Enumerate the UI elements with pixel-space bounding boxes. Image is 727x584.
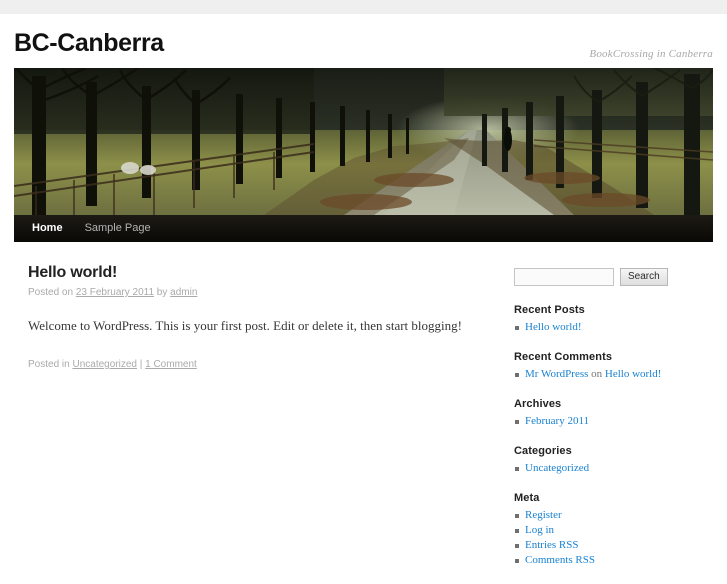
page-wrapper: BC-Canberra BookCrossing in Canberra Hom… xyxy=(0,14,727,584)
meta-link-register[interactable]: Register xyxy=(525,509,562,521)
widget-recent-posts: Recent Posts Hello world! xyxy=(514,304,699,335)
sidebar: Search Recent Posts Hello world! Recent … xyxy=(514,264,699,584)
posted-in-label: Posted in xyxy=(28,359,73,370)
widget-recent-comments: Recent Comments Mr WordPress on Hello wo… xyxy=(514,351,699,382)
footer-separator: | xyxy=(136,359,146,370)
meta-link-login[interactable]: Log in xyxy=(525,524,554,536)
primary-navigation: Home Sample Page xyxy=(14,215,713,242)
search-form: Search xyxy=(514,268,699,286)
post-category-link[interactable]: Uncategorized xyxy=(72,359,136,370)
widget-title-categories: Categories xyxy=(514,445,572,457)
list-item: Mr WordPress on Hello world! xyxy=(514,367,699,382)
meta-link-entries-rss[interactable]: Entries RSS xyxy=(525,539,578,551)
recent-posts-list: Hello world! xyxy=(514,320,699,335)
post-comments-link[interactable]: 1 Comment xyxy=(145,359,197,370)
tree-lined-path-illustration xyxy=(14,68,713,215)
post-body-text: Welcome to WordPress. This is your first… xyxy=(28,318,462,333)
search-input[interactable] xyxy=(514,268,614,286)
post-meta-posted-on: Posted on xyxy=(28,287,76,298)
site-header: BC-Canberra BookCrossing in Canberra xyxy=(0,14,727,68)
recent-post-link[interactable]: Hello world! xyxy=(525,321,582,333)
header-banner-image xyxy=(14,68,713,215)
widget-title-archives: Archives xyxy=(514,398,562,410)
search-button[interactable]: Search xyxy=(620,268,668,286)
main-content-wrapper: Hello world! Posted on 23 February 2011 … xyxy=(14,242,713,584)
post-author-link[interactable]: admin xyxy=(170,287,197,298)
site-description: BookCrossing in Canberra xyxy=(589,48,713,60)
list-item: Comments RSS xyxy=(514,553,699,568)
meta-link-comments-rss[interactable]: Comments RSS xyxy=(525,554,595,566)
post-meta: Posted on 23 February 2011 by admin xyxy=(28,286,500,300)
post-footer-meta: Posted in Uncategorized | 1 Comment xyxy=(28,358,500,372)
list-item: February 2011 xyxy=(514,414,699,429)
list-item: Log in xyxy=(514,523,699,538)
widget-meta: Meta Register Log in Entries RSS Comment… xyxy=(514,492,699,568)
post-article: Hello world! Posted on 23 February 2011 … xyxy=(28,264,500,372)
list-item: Register xyxy=(514,508,699,523)
content-column: Hello world! Posted on 23 February 2011 … xyxy=(14,264,514,372)
widget-title-recent-comments: Recent Comments xyxy=(514,351,613,363)
comment-author-link[interactable]: Mr WordPress xyxy=(525,368,588,380)
post-date-link[interactable]: 23 February 2011 xyxy=(76,287,154,298)
widget-title-meta: Meta xyxy=(514,492,540,504)
widget-categories: Categories Uncategorized xyxy=(514,445,699,476)
widget-archives: Archives February 2011 xyxy=(514,398,699,429)
meta-list: Register Log in Entries RSS Comments RSS xyxy=(514,508,699,568)
categories-list: Uncategorized xyxy=(514,461,699,476)
list-item: Uncategorized xyxy=(514,461,699,476)
list-item: Entries RSS xyxy=(514,538,699,553)
post-meta-by: by xyxy=(154,287,171,298)
top-gray-strip xyxy=(0,0,727,14)
category-link-uncategorized[interactable]: Uncategorized xyxy=(525,462,589,474)
list-item: Hello world! xyxy=(514,320,699,335)
comment-on-label: on xyxy=(588,368,605,380)
site-title[interactable]: BC-Canberra xyxy=(14,28,164,58)
nav-item-home[interactable]: Home xyxy=(32,215,75,242)
widget-title-recent-posts: Recent Posts xyxy=(514,304,585,316)
archives-list: February 2011 xyxy=(514,414,699,429)
archive-link-february-2011[interactable]: February 2011 xyxy=(525,415,589,427)
nav-item-sample-page[interactable]: Sample Page xyxy=(85,215,163,242)
comment-post-link[interactable]: Hello world! xyxy=(605,368,662,380)
recent-comments-list: Mr WordPress on Hello world! xyxy=(514,367,699,382)
post-title: Hello world! xyxy=(28,264,118,281)
